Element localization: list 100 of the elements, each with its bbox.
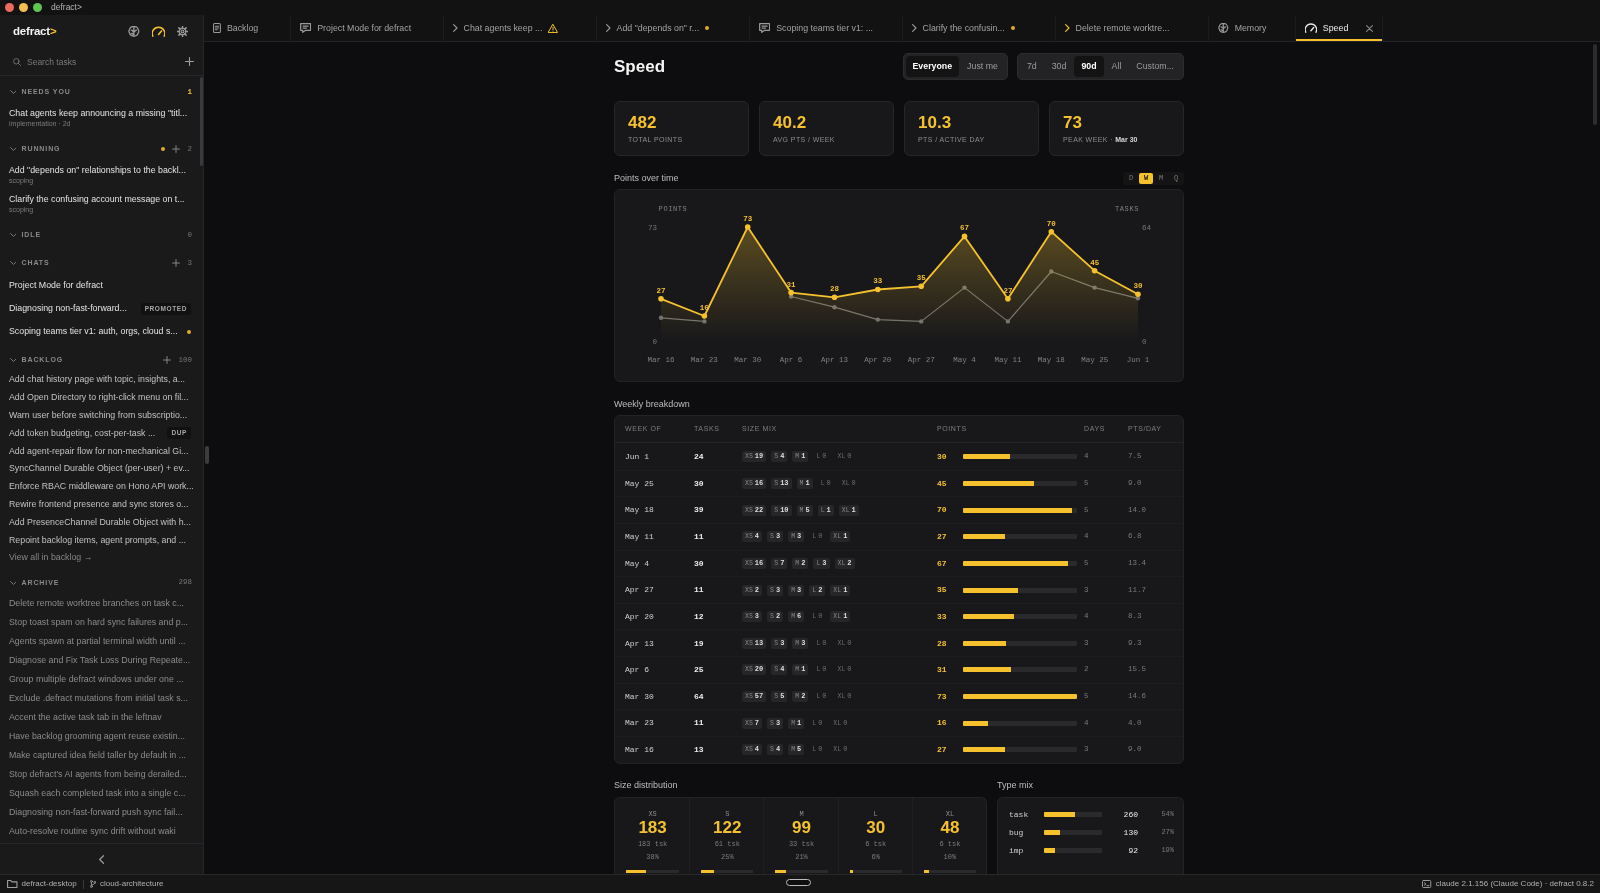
search-field[interactable]: Search tasks (27, 55, 179, 68)
tab[interactable]: Chat agents keep ... (444, 15, 597, 41)
data-point (744, 224, 751, 230)
task-title[interactable]: SyncChannel Durable Object (per-user) + ev... (9, 463, 190, 475)
chevron-down-icon[interactable] (9, 233, 17, 237)
task-title[interactable]: Squash each completed task into a single c... (9, 787, 186, 799)
data-point (658, 296, 664, 302)
close-icon[interactable] (1366, 24, 1373, 32)
filter-button[interactable]: Just me (960, 56, 1005, 77)
table-cell-text: 30 (694, 558, 705, 569)
gauge-icon[interactable] (151, 26, 165, 37)
task-title[interactable]: Delete remote worktree branches on task c... (9, 597, 185, 609)
task-title[interactable]: Clarify the confusing account message on t... (9, 194, 185, 205)
status-text: defract-desktop (21, 879, 77, 889)
task-title[interactable]: Diagnose and Fix Task Loss During Repeate... (9, 654, 191, 666)
task-title[interactable]: Rewire frontend presence and sync stores o... (9, 498, 189, 510)
task-title[interactable]: Exclude .defract mutations from initial task s... (9, 692, 188, 704)
tab[interactable]: Backlog (204, 15, 291, 41)
task-title[interactable]: Auto-resolve routine sync drift without waki (9, 825, 176, 837)
task-title[interactable]: Have backlog grooming agent reuse existin... (9, 730, 186, 742)
table-cell-text: 31 (937, 665, 948, 675)
page-title: Speed (614, 58, 666, 75)
brain-icon[interactable] (128, 26, 140, 37)
task-title[interactable]: Add "depends on" relationships to the backl... (9, 165, 186, 176)
chevron-down-icon[interactable] (9, 580, 17, 585)
task-title[interactable]: Repoint backlog items, agent prompts, and ... (9, 534, 186, 546)
task-title[interactable]: Diagnosing non-fast-forward push sync fail... (9, 806, 183, 818)
scrollbar-thumb[interactable] (200, 77, 203, 166)
filter-button[interactable]: 7d (1019, 56, 1044, 77)
table-cell-text: 70 (937, 505, 948, 515)
view-all-link[interactable]: View all in backlog → (0, 548, 93, 566)
task-title[interactable]: Warn user before switching from subscriptio... (9, 410, 188, 421)
task-title[interactable]: Stop toast spam on hard sync failures and p... (9, 616, 188, 628)
chat-title[interactable]: Diagnosing non-fast-forward... (9, 303, 127, 314)
task-title[interactable]: Add token budgeting, cost-per-task ... (9, 427, 156, 439)
tab[interactable]: Clarify the confusin... (903, 15, 1056, 41)
window-minimize-button[interactable] (19, 3, 28, 12)
settings-icon[interactable] (177, 26, 188, 37)
drag-handle[interactable] (786, 879, 811, 886)
tab[interactable]: Delete remote worktre... (1056, 15, 1209, 41)
tab[interactable]: Speed (1296, 15, 1383, 41)
section-title: Weekly breakdown (614, 398, 690, 410)
table-cell-text: 13 (694, 745, 705, 755)
table-cell-text: Mar 16 (625, 745, 655, 755)
filter-button[interactable]: All (1104, 56, 1129, 77)
table-cell-text: 27 (937, 531, 948, 542)
section-title: Size distribution (614, 780, 678, 792)
window-close-button[interactable] (5, 3, 14, 12)
task-title[interactable]: Stop defract's AI agents from being derailed... (9, 768, 187, 780)
plus-icon[interactable] (172, 259, 181, 267)
tab[interactable]: Memory (1209, 15, 1296, 41)
table-cell-text: May 18 (625, 505, 655, 515)
chevron-down-icon[interactable] (9, 261, 17, 265)
table-cell-text: 27 (937, 745, 948, 755)
table-cell-text: 30 (937, 451, 948, 462)
data-point (701, 313, 708, 319)
table-cell-text: 11 (694, 585, 705, 595)
table-cell-text: Mar 30 (625, 691, 655, 702)
tab[interactable]: Scoping teams tier v1: ... (750, 15, 903, 41)
chevron-left-icon[interactable] (98, 854, 105, 864)
task-title[interactable]: Add Open Directory to right-click menu on fil... (9, 392, 189, 404)
table-cell-text: 30 (694, 478, 705, 489)
chat-title[interactable]: Scoping teams tier v1: auth, orgs, cloud s... (9, 326, 178, 337)
type-count: 130 (1122, 827, 1138, 838)
table-cell-text: May 4 (625, 558, 650, 569)
filter-button[interactable]: Custom... (1129, 56, 1181, 77)
table-cell-text: 73 (937, 691, 948, 702)
table-cell-text: May 25 (625, 478, 655, 489)
task-title[interactable]: Make captured idea field taller by default in ... (9, 749, 187, 761)
task-title[interactable]: Add chat history page with topic, insights, a... (9, 374, 186, 386)
task-title[interactable]: Accent the active task tab in the leftnav (9, 711, 162, 723)
task-title[interactable]: Agents spawn at partial terminal width until ... (9, 635, 186, 647)
plus-icon[interactable] (185, 57, 194, 66)
plus-icon[interactable] (163, 356, 172, 364)
type-count: 260 (1122, 809, 1138, 820)
data-point (788, 289, 794, 296)
data-point (1091, 267, 1098, 274)
status-text: claude 2.1.156 (Claude Code) · defract 0.8.2 (1435, 879, 1594, 889)
chevron-down-icon[interactable] (9, 147, 17, 151)
tab[interactable]: Project Mode for defract (291, 15, 444, 41)
filter-button[interactable]: 30d (1044, 56, 1074, 77)
tab[interactable]: Add "depends on" r... (597, 15, 750, 41)
table-cell-text: 19 (694, 638, 705, 649)
task-title[interactable]: Chat agents keep announcing a missing "titl... (9, 108, 188, 119)
task-title[interactable]: Group multiple defract windows under one ... (9, 673, 184, 685)
chevron-down-icon[interactable] (9, 358, 17, 362)
point-total: 30 (865, 818, 887, 837)
table-cell-text: Apr 20 (625, 611, 655, 622)
table-cell-text: 45 (937, 478, 948, 489)
chat-title[interactable]: Project Mode for defract (9, 280, 103, 291)
filter-button[interactable]: Everyone (905, 56, 960, 77)
task-title[interactable]: Enforce RBAC middleware on Hono API work... (9, 481, 194, 493)
filter-button[interactable]: 90d (1074, 56, 1104, 77)
table-cell-text: Apr 6 (625, 665, 650, 675)
window-zoom-button[interactable] (33, 3, 42, 12)
plus-icon[interactable] (172, 145, 181, 153)
chevron-down-icon[interactable] (9, 90, 17, 94)
task-title[interactable]: Add agent-repair flow for non-mechanical Gi... (9, 445, 189, 457)
task-title[interactable]: Add PresenceChannel Durable Object with h... (9, 516, 191, 528)
data-point (831, 294, 838, 301)
